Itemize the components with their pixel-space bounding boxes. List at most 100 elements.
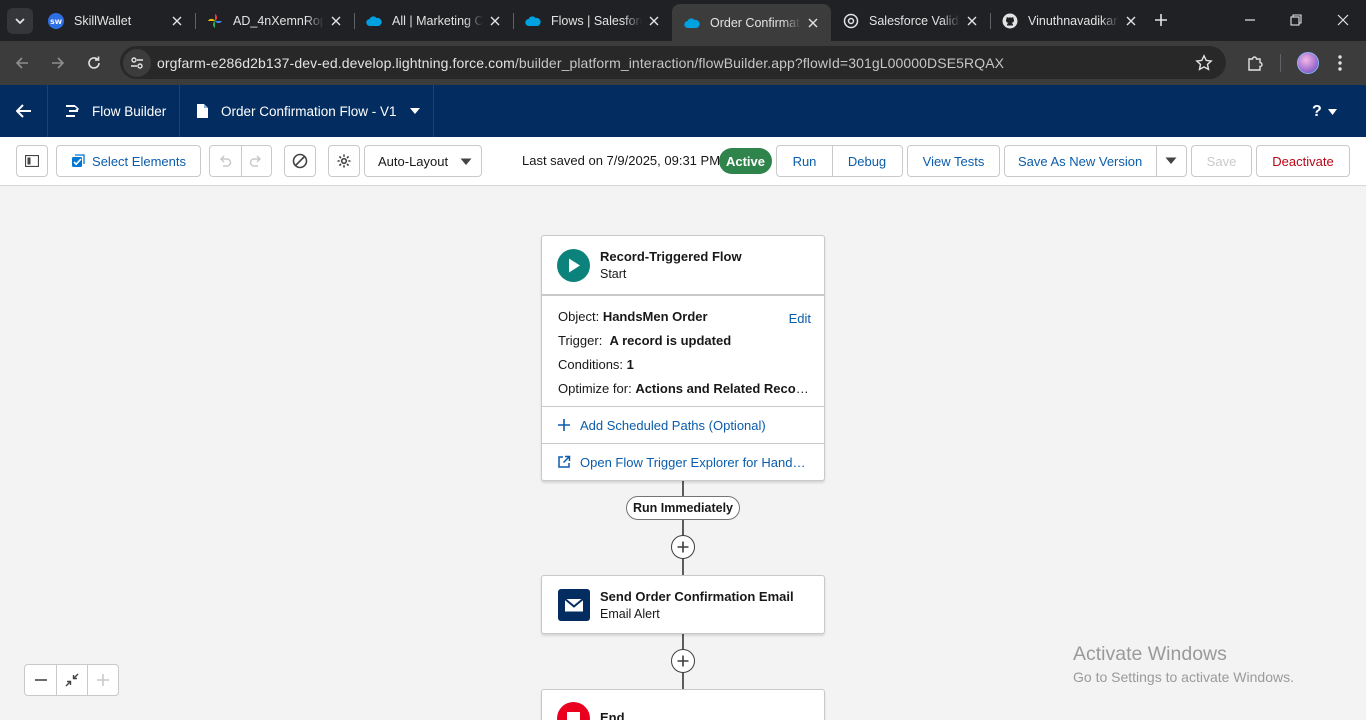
browser-tab[interactable]: All | Marketing C bbox=[354, 6, 513, 35]
close-tab-icon[interactable] bbox=[169, 13, 185, 29]
add-element-plus-icon[interactable] bbox=[671, 535, 695, 559]
tab-title: SkillWallet bbox=[74, 13, 132, 28]
add-scheduled-paths-link[interactable]: Add Scheduled Paths (Optional) bbox=[542, 406, 824, 443]
save-as-group: Save As New Version bbox=[1004, 145, 1187, 177]
status-badge: Active bbox=[719, 148, 772, 174]
settings-button[interactable] bbox=[328, 145, 360, 177]
plus-icon bbox=[558, 419, 570, 431]
minimize-icon[interactable] bbox=[1238, 8, 1262, 32]
gear-icon bbox=[337, 154, 351, 168]
select-elements-button[interactable]: Select Elements bbox=[56, 145, 201, 177]
windows-activation-watermark: Activate Windows Go to Settings to activ… bbox=[1073, 643, 1294, 685]
end-element-card[interactable]: End bbox=[541, 689, 825, 720]
fit-to-view-icon[interactable] bbox=[56, 665, 87, 695]
start-element-subtitle: Start bbox=[600, 267, 627, 281]
reload-icon[interactable] bbox=[81, 50, 107, 76]
toggle-panel-button[interactable] bbox=[16, 145, 48, 177]
bookmark-star-icon[interactable] bbox=[1194, 53, 1214, 73]
tab-title: Order Confirmati bbox=[710, 15, 801, 30]
svg-text:SW: SW bbox=[50, 18, 62, 26]
email-alert-subtitle: Email Alert bbox=[600, 607, 660, 621]
email-alert-header: Send Order Confirmation Email Email Aler… bbox=[542, 576, 824, 634]
ban-icon bbox=[292, 153, 308, 169]
browser-toolbar: orgfarm-e286d2b137-dev-ed.develop.lightn… bbox=[0, 41, 1366, 85]
optimize-row: Optimize for: Actions and Related Record… bbox=[558, 381, 810, 396]
tab-search-button[interactable] bbox=[7, 8, 33, 34]
google-photos-icon bbox=[207, 13, 223, 29]
external-link-icon bbox=[558, 455, 571, 468]
browser-tab[interactable]: AD_4nXemnRop bbox=[195, 6, 354, 35]
view-tests-label: View Tests bbox=[922, 153, 985, 169]
flow-builder-header: Flow Builder Order Confirmation Flow - V… bbox=[0, 85, 1366, 137]
add-element-plus-icon[interactable] bbox=[671, 649, 695, 673]
redo-icon[interactable] bbox=[241, 154, 272, 168]
browser-tab[interactable]: Vinuthnavadikar bbox=[990, 6, 1149, 35]
salesforce-cloud-icon bbox=[525, 13, 541, 29]
url-text: orgfarm-e286d2b137-dev-ed.develop.lightn… bbox=[157, 54, 1005, 71]
end-element-title: End bbox=[600, 710, 625, 720]
new-tab-icon[interactable] bbox=[1150, 9, 1172, 31]
browser-tab-active[interactable]: Order Confirmati bbox=[672, 4, 831, 41]
open-trigger-explorer-label: Open Flow Trigger Explorer for HandsMen … bbox=[580, 454, 808, 470]
flow-title-menu[interactable]: Order Confirmation Flow - V1 bbox=[180, 85, 434, 137]
save-as-new-version-button[interactable]: Save As New Version bbox=[1005, 154, 1155, 169]
zoom-in-icon[interactable] bbox=[87, 665, 118, 695]
save-menu-chevron-icon[interactable] bbox=[1155, 157, 1186, 165]
close-tab-icon[interactable] bbox=[805, 15, 821, 31]
close-tab-icon[interactable] bbox=[487, 13, 503, 29]
edit-start-link[interactable]: Edit bbox=[789, 311, 811, 326]
layout-select[interactable]: Auto-Layout bbox=[364, 145, 482, 177]
close-tab-icon[interactable] bbox=[964, 13, 980, 29]
start-element-details: Object: HandsMen Order Edit Trigger: A r… bbox=[542, 294, 824, 406]
select-elements-label: Select Elements bbox=[92, 153, 186, 169]
restore-icon[interactable] bbox=[1284, 8, 1308, 32]
open-trigger-explorer-link[interactable]: Open Flow Trigger Explorer for HandsMen … bbox=[542, 443, 824, 480]
errors-button[interactable] bbox=[284, 145, 316, 177]
flow-builder-icon bbox=[66, 105, 80, 117]
chevron-down-icon bbox=[409, 108, 420, 114]
tab-title: Flows | Salesforce bbox=[551, 13, 642, 28]
view-tests-button[interactable]: View Tests bbox=[907, 145, 1000, 177]
object-row: Object: HandsMen Order bbox=[558, 309, 708, 324]
tab-title: All | Marketing C bbox=[392, 13, 483, 28]
salesforce-cloud-icon bbox=[684, 15, 700, 31]
trigger-row: Trigger: A record is updated bbox=[558, 333, 732, 348]
browser-tab[interactable]: SW SkillWallet bbox=[36, 6, 195, 35]
undo-redo-group bbox=[209, 145, 272, 177]
undo-icon[interactable] bbox=[210, 154, 241, 168]
start-element-card[interactable]: Record-Triggered Flow Start Object: Hand… bbox=[541, 235, 825, 481]
debug-button[interactable]: Debug bbox=[832, 154, 902, 169]
zoom-out-icon[interactable] bbox=[25, 665, 56, 695]
run-immediately-path-label[interactable]: Run Immediately bbox=[626, 496, 740, 520]
close-tab-icon[interactable] bbox=[328, 13, 344, 29]
deactivate-button[interactable]: Deactivate bbox=[1256, 145, 1350, 177]
email-alert-element-card[interactable]: Send Order Confirmation Email Email Aler… bbox=[541, 575, 825, 634]
chrome-menu-icon[interactable] bbox=[1328, 51, 1352, 75]
tab-title: Vinuthnavadikar bbox=[1028, 13, 1118, 28]
github-icon bbox=[1002, 13, 1018, 29]
start-element-header[interactable]: Record-Triggered Flow Start bbox=[542, 236, 824, 294]
document-icon bbox=[197, 104, 208, 118]
extensions-puzzle-icon[interactable] bbox=[1243, 51, 1267, 75]
help-menu[interactable]: ? bbox=[1312, 101, 1337, 123]
address-bar[interactable]: orgfarm-e286d2b137-dev-ed.develop.lightn… bbox=[120, 46, 1226, 79]
browser-tab[interactable]: Flows | Salesforce bbox=[513, 6, 672, 35]
flow-toolbar: Select Elements Auto-Layout Last saved o… bbox=[0, 137, 1366, 186]
salesforce-cloud-icon bbox=[366, 13, 382, 29]
back-arrow-icon[interactable] bbox=[0, 85, 48, 137]
browser-tab[interactable]: Salesforce Valida bbox=[831, 6, 990, 35]
close-tab-icon[interactable] bbox=[646, 13, 662, 29]
deactivate-label: Deactivate bbox=[1272, 153, 1334, 169]
site-info-icon[interactable] bbox=[123, 48, 151, 77]
layout-select-value: Auto-Layout bbox=[378, 153, 449, 169]
back-icon[interactable] bbox=[9, 50, 35, 76]
run-button[interactable]: Run bbox=[777, 154, 832, 169]
close-window-icon[interactable] bbox=[1331, 8, 1355, 32]
browser-tab-strip: SW SkillWallet AD_4nXemnRop All | Market… bbox=[0, 0, 1366, 41]
close-tab-icon[interactable] bbox=[1123, 13, 1139, 29]
forward-icon[interactable] bbox=[45, 50, 71, 76]
profile-avatar[interactable] bbox=[1297, 52, 1319, 74]
save-button[interactable]: Save bbox=[1191, 145, 1252, 177]
chatgpt-icon bbox=[843, 13, 859, 29]
select-checkbox-icon bbox=[72, 154, 85, 167]
